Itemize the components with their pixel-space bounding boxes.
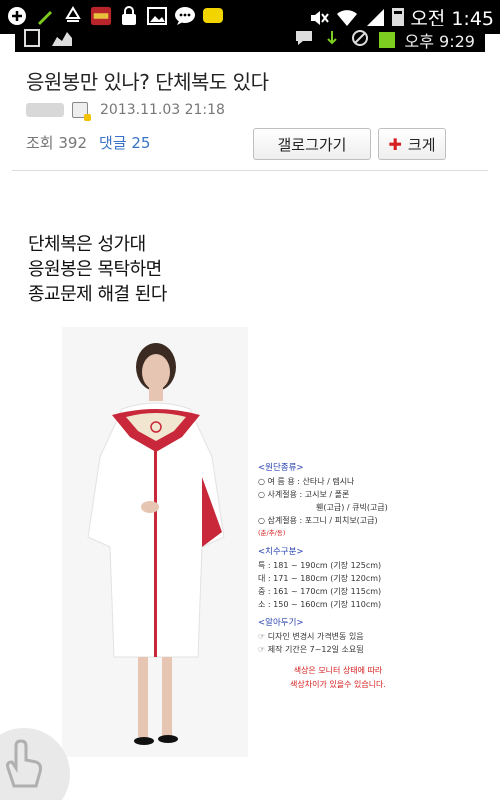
enlarge-button[interactable]: ✚ 크게 [378,128,446,160]
add-icon [6,5,28,27]
spec-line: ○ 여 름 용 : 산타나 / 렙시나 [258,477,355,486]
image-icon [146,5,168,27]
choir-robe-photo[interactable] [62,327,248,757]
spec-section-title: <원단종류> [258,463,304,473]
enlarge-button-label: 크게 [407,135,436,154]
header-divider [12,170,488,171]
chat-bubble-icon [174,5,196,27]
comment-count-link[interactable]: 댓글 25 [99,132,150,153]
size-line: 대 : 171 ~ 180cm (기장 120cm) [258,574,382,583]
notice-line: ☞ 디자인 변경시 가격변동 있음 [258,632,364,641]
message-icon [295,30,313,50]
member-badge-icon [72,102,91,121]
size-line: 특 : 181 ~ 190cm (기장 125cm) [258,561,382,570]
notice-line: ☞ 제작 기간은 7~12일 소요됨 [258,645,364,654]
block-icon [351,29,369,51]
size-line: 중 : 161 ~ 170cm (기장 115cm) [258,587,382,596]
chart-icon [51,29,73,51]
plus-icon: ✚ [388,134,402,154]
spec-line: ○ 삼계절용 : 포그니 / 피치보(고급) [258,516,378,525]
hand-pointer-icon [6,739,42,788]
lock-icon [118,5,140,27]
view-count: 조회 392 [26,134,87,152]
recycle-icon [62,5,84,27]
spec-section-title: <치수구분> [258,547,304,557]
post-meta: 2013.11.03 21:18 [26,102,225,121]
sim-icon [23,29,41,51]
spec-line: 휀(고급) / 큐빅(고급) [316,503,388,512]
secondary-time: 오후 9:29 [404,32,475,51]
spec-section-title: <알아두기> [258,618,304,628]
body-line: 단체복은 성가대 [28,234,146,255]
secondary-status-bar: 오후 9:29 [15,26,485,52]
color-warning: 색상은 모니터 상태에 따라 색상차이가 있을수 있습니다. [258,664,418,692]
post-stats: 조회 392 댓글 25 [26,132,150,153]
post-title: 응원봉만 있나? 단체복도 있다 [26,70,269,94]
battery-icon [392,7,405,28]
battery-level-icon [378,32,395,48]
post-body: 단체복은 성가대 응원봉은 목탁하면 종교문제 해결 된다 [28,232,167,307]
spec-note: (춘/추/동) [258,529,286,537]
body-line: 종교문제 해결 된다 [28,284,167,305]
gallog-button[interactable]: 갤로그가기 [253,128,371,160]
sync-icon [323,29,341,51]
size-line: 소 : 150 ~ 160cm (기장 110cm) [258,600,382,609]
post-date: 2013.11.03 21:18 [100,102,225,118]
spec-line: ○ 사계절용 : 고시보 / 폴론 [258,490,350,499]
pencil-icon [34,5,56,27]
notification-icons [6,5,224,27]
product-spec: <원단종류> ○ 여 름 용 : 산타나 / 렙시나 ○ 사계절용 : 고시보 … [258,456,418,692]
author-name-blurred[interactable] [26,103,64,117]
body-line: 응원봉은 목탁하면 [28,259,162,280]
app-badge-icon [90,5,112,27]
warning-line: 색상차이가 있을수 있습니다. [290,680,386,689]
assistive-touch-button[interactable] [0,728,70,800]
warning-line: 색상은 모니터 상태에 따라 [293,666,383,675]
talk-icon [202,5,224,27]
